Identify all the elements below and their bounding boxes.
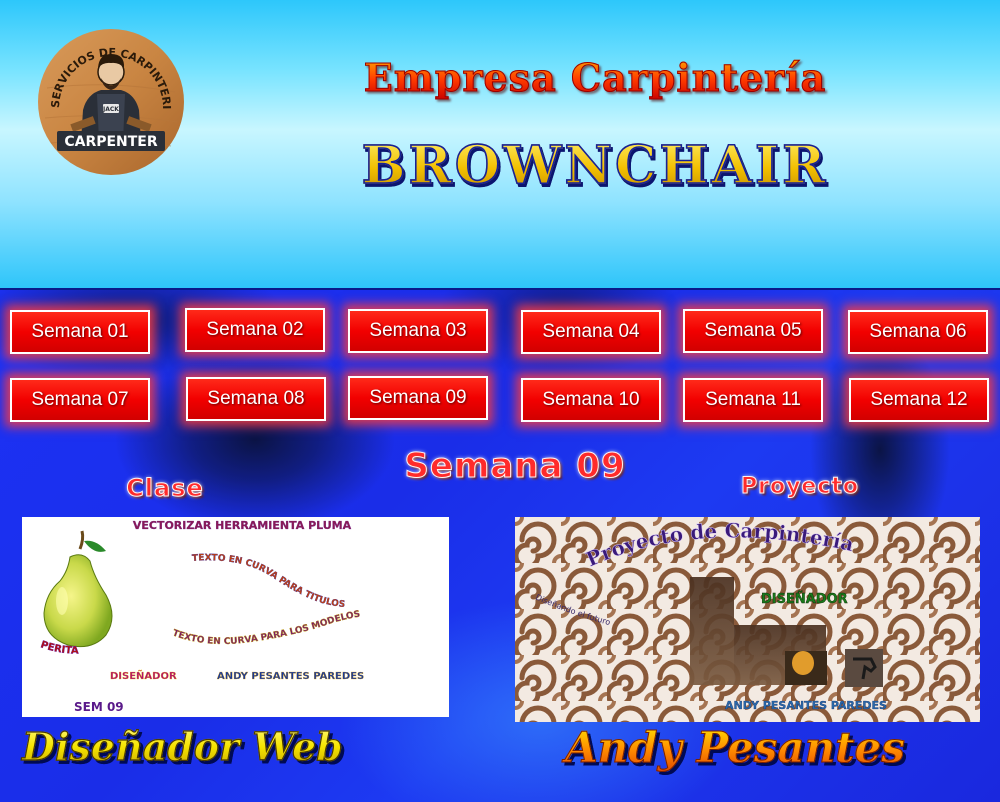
week-button-02[interactable]: Semana 02 bbox=[185, 308, 325, 352]
footer-role: Diseñador Web bbox=[21, 723, 422, 769]
pear-icon bbox=[43, 530, 113, 648]
week-button-05[interactable]: Semana 05 bbox=[683, 309, 823, 353]
week-button-06[interactable]: Semana 06 bbox=[848, 310, 988, 354]
week-button-08[interactable]: Semana 08 bbox=[186, 377, 326, 421]
week-button-09[interactable]: Semana 09 bbox=[348, 376, 488, 420]
footer-name: Andy Pesantes bbox=[515, 723, 955, 773]
carpenter-logo-icon: SERVICIOS DE CARPINTERIA JACK CARPENTER bbox=[37, 28, 184, 175]
week-button-07[interactable]: Semana 07 bbox=[10, 378, 150, 422]
proyecto-image[interactable]: Proyecto de Carpintería Diseñando el fut… bbox=[515, 517, 980, 722]
week-title: Semana 09 bbox=[404, 446, 626, 487]
curve-text-titles: TEXTO EN CURVA PARA TITULOS bbox=[192, 553, 346, 610]
week-button-10[interactable]: Semana 10 bbox=[521, 378, 661, 422]
header-banner: SERVICIOS DE CARPINTERIA JACK CARPENTER … bbox=[0, 0, 1000, 288]
clase-image[interactable]: VECTORIZAR HERRAMIENTA PLUMA PERITA TEXT… bbox=[22, 517, 449, 717]
week-button-12[interactable]: Semana 12 bbox=[849, 378, 989, 422]
logo-apron-text: JACK bbox=[102, 106, 119, 113]
proyecto-designer-name: ANDY PESANTES PAREDES bbox=[725, 699, 887, 712]
clase-heading: VECTORIZAR HERRAMIENTA PLUMA bbox=[133, 519, 352, 532]
svg-text:TEXTO EN CURVA PARA TITULOS: TEXTO EN CURVA PARA TITULOS bbox=[192, 553, 346, 610]
proyecto-designer-label: DISEÑADOR bbox=[761, 591, 848, 607]
week-button-03[interactable]: Semana 03 bbox=[348, 309, 488, 353]
clase-label: Clase bbox=[126, 474, 204, 503]
clase-designer-name: ANDY PESANTES PAREDES bbox=[217, 671, 364, 682]
logo-banner-text: CARPENTER bbox=[64, 134, 158, 150]
week-button-11[interactable]: Semana 11 bbox=[683, 378, 823, 422]
clase-designer-label: DISEÑADOR bbox=[110, 669, 177, 682]
svg-text:TEXTO EN CURVA PARA LOS MODELO: TEXTO EN CURVA PARA LOS MODELOS bbox=[171, 609, 361, 647]
curve-text-models: TEXTO EN CURVA PARA LOS MODELOS bbox=[171, 609, 362, 647]
clase-sem-label: SEM 09 bbox=[74, 700, 124, 714]
proyecto-label: Proyecto bbox=[740, 474, 860, 500]
brand-title: BROWNCHAIR bbox=[300, 134, 890, 197]
company-title: Empresa Carpintería bbox=[300, 55, 890, 101]
week-button-01[interactable]: Semana 01 bbox=[10, 310, 150, 354]
week-button-04[interactable]: Semana 04 bbox=[521, 310, 661, 354]
